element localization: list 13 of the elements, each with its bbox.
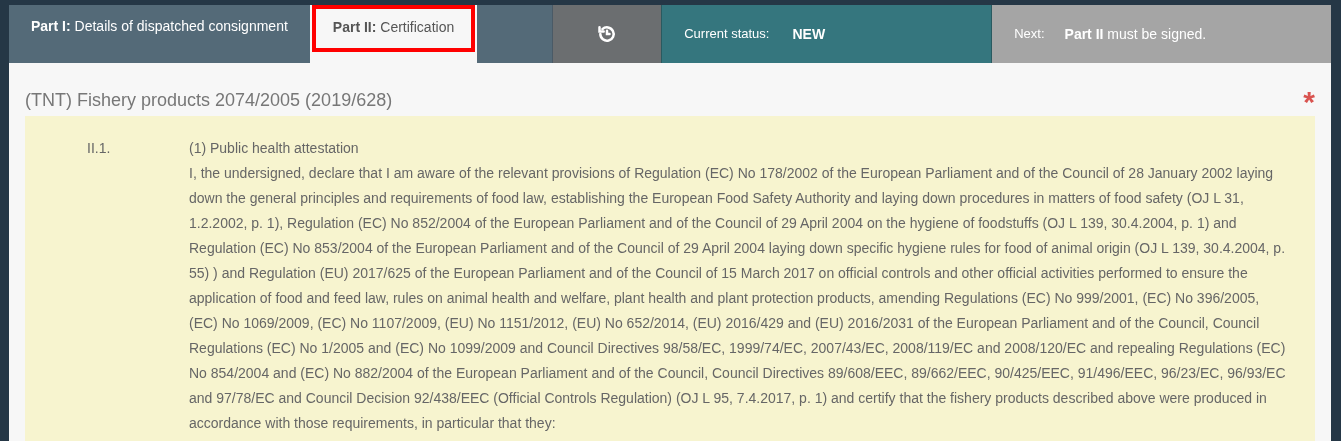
history-button[interactable] bbox=[552, 5, 662, 63]
section-heading: (1) Public health attestation bbox=[189, 139, 360, 158]
section-number: II.1. bbox=[87, 139, 112, 158]
status-value: NEW bbox=[792, 24, 826, 44]
next-label: Next: bbox=[1014, 25, 1045, 44]
form-title: (TNT) Fishery products 2074/2005 (2019/628) bbox=[25, 89, 393, 112]
tab[interactable]: Part II: Certification bbox=[309, 5, 478, 63]
required-mark: * bbox=[1303, 87, 1315, 117]
status-label: Current status: bbox=[684, 25, 770, 44]
attestation-text: I, the undersigned, declare that I am aware of the relevant provisions of Regulation (EC) No 178/2002 of the European Parliament and of the Council of 28 January 2002 laying down the general principles and requirements of food law, establishing the European Food Safety Authority and laying down procedures in matters of food safety (OJ L 31, 1.2.2002, p. 1), Regulation (EC) No 852/2004 of the European Parliament and of the Council of 29 April 2004 on the hygiene of foodstuffs (OJ L 139, 30.4.2004, p. 1) and Regulation (EC) No 853/2004 of the European Parliament and of the Council of 29 April 2004 laying down specific hygiene rules for food of animal origin (OJ L 139, 30.4.2004, p. 55) ) and Regulation (EU) 2017/625 of the European Parliament and of the Council of 15 March 2017 on official controls and other official activities performed to ensure the application of food and feed law, rules on animal health and welfare, plant health and plant protection products, amending Regulations (EC) No 999/2001, (EC) No 396/2005, (EC) No 1069/2009, (EC) No 1107/2009, (EU) No 1151/2012, (EU) No 652/2014, (EU) 2016/429 and (EU) 2016/2031 of the European Parliament and of the Council, Council Regulations (EC) No 1/2005 and (EC) No 1099/2009 and Council Directives 98/58/EC, 1999/74/EC, 2007/43/EC, 2008/119/EC and 2008/120/EC and repealing Regulations (EC) No 854/2004 and (EC) No 882/2004 of the European Parliament and of the Council, Council Directives 89/608/EEC, 89/662/EEC, 90/425/EEC, 91/496/EEC, 96/23/EC, 96/93/EC and 97/78/EC and Council Decision 92/438/EEC (Official Controls Regulation) (OJ L 95, 7.4.2017, p. 1) and certify that the fishery products described above were produced in accordance with those requirements, in particular that they: bbox=[189, 164, 1287, 433]
history-icon bbox=[597, 24, 618, 44]
tab[interactable]: Part I: Details of dispatched consignment bbox=[9, 5, 310, 63]
next-step-text: Part II must be signed. bbox=[1064, 24, 1207, 44]
